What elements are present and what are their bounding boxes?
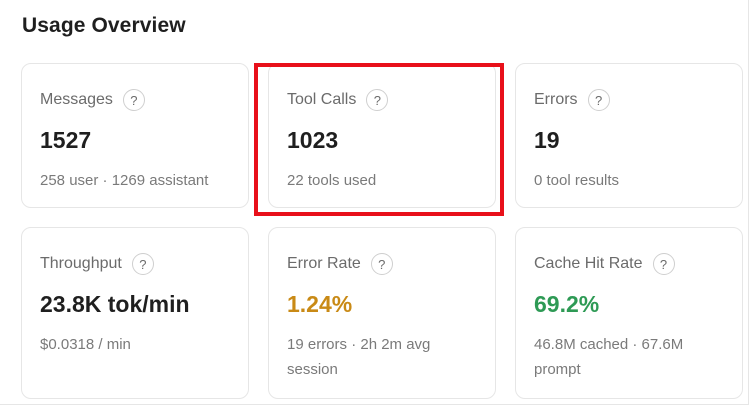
help-icon[interactable]: ? bbox=[370, 253, 393, 275]
errors-detail: 0 tool results bbox=[534, 172, 620, 189]
error-rate-value: 1.24% bbox=[287, 291, 353, 317]
messages-value: 1527 bbox=[40, 127, 92, 153]
usage-overview-panel: Usage Overview Messages ? 1527 258 user … bbox=[0, 0, 749, 405]
messages-label: Messages bbox=[40, 91, 113, 108]
panel-title: Usage Overview bbox=[22, 14, 186, 37]
help-icon[interactable]: ? bbox=[652, 253, 675, 275]
error-rate-label: Error Rate bbox=[287, 255, 361, 272]
error-rate-card: Error Rate ? 1.24% 19 errors · 2h 2m avg… bbox=[268, 227, 496, 399]
help-icon[interactable]: ? bbox=[366, 89, 389, 111]
throughput-detail: $0.0318 / min bbox=[40, 336, 131, 353]
errors-label: Errors bbox=[534, 91, 578, 108]
throughput-card: Throughput ? 23.8K tok/min $0.0318 / min bbox=[21, 227, 249, 399]
cache-hit-rate-value: 69.2% bbox=[534, 291, 600, 317]
tool-calls-value: 1023 bbox=[287, 127, 339, 153]
errors-value: 19 bbox=[534, 127, 560, 153]
throughput-label: Throughput bbox=[40, 255, 122, 272]
errors-card: Errors ? 19 0 tool results bbox=[515, 63, 743, 208]
cache-hit-rate-detail: 46.8M cached · 67.6M prompt bbox=[534, 336, 684, 378]
tool-calls-label: Tool Calls bbox=[287, 91, 357, 108]
cache-hit-rate-label: Cache Hit Rate bbox=[534, 255, 643, 272]
help-icon[interactable]: ? bbox=[131, 253, 154, 275]
messages-detail: 258 user · 1269 assistant bbox=[40, 172, 209, 189]
throughput-value: 23.8K tok/min bbox=[40, 291, 190, 317]
error-rate-detail: 19 errors · 2h 2m avg session bbox=[287, 336, 431, 378]
help-icon[interactable]: ? bbox=[587, 89, 610, 111]
tool-calls-detail: 22 tools used bbox=[287, 172, 377, 189]
messages-card: Messages ? 1527 258 user · 1269 assistan… bbox=[21, 63, 249, 208]
help-icon[interactable]: ? bbox=[122, 89, 145, 111]
cache-hit-rate-card: Cache Hit Rate ? 69.2% 46.8M cached · 67… bbox=[515, 227, 743, 399]
tool-calls-card: Tool Calls ? 1023 22 tools used bbox=[268, 63, 496, 208]
